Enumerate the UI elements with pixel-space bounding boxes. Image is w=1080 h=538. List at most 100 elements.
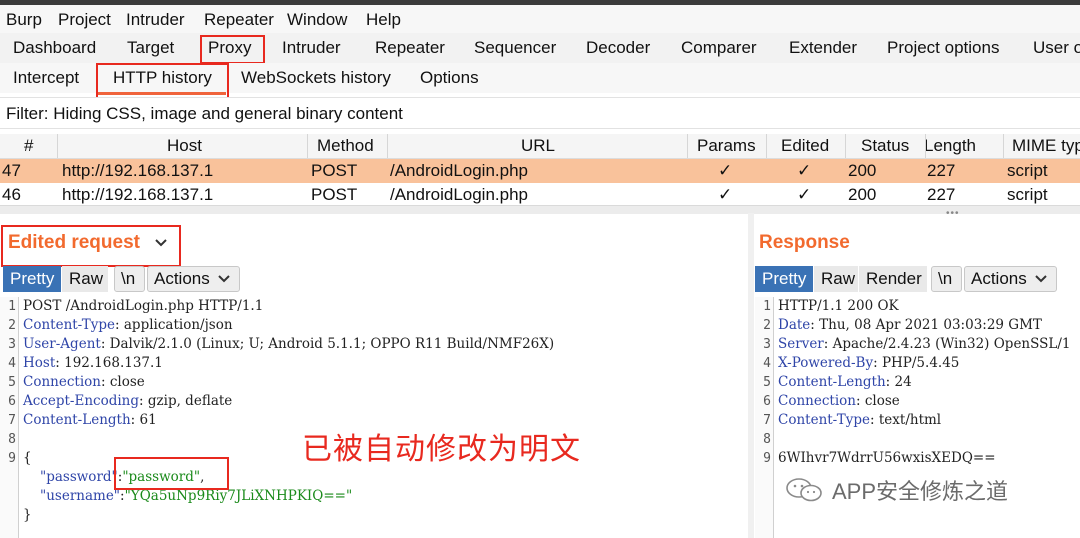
history-table-header: # Host Method URL Params Edited Status L… [0,134,1080,159]
response-actions-button[interactable]: Actions [964,266,1057,292]
header-line: Connection: close [778,393,900,409]
cell-url: /AndroidLogin.php [390,161,529,180]
col-params[interactable]: Params [697,136,756,156]
column-separator [687,134,688,158]
col-edited[interactable]: Edited [781,136,829,156]
column-separator [387,134,388,158]
cell-status: 200 [848,185,877,204]
line-number: 6 [763,394,771,409]
line-number: 4 [763,356,771,371]
col-url[interactable]: URL [521,136,555,156]
tab-repeater[interactable]: Repeater [375,38,445,58]
cell-number: 47 [2,161,21,180]
line-number: 6 [8,394,16,409]
filter-text[interactable]: Filter: Hiding CSS, image and general bi… [6,104,403,124]
col-status[interactable]: Status [861,136,909,156]
request-raw-button[interactable]: Raw [62,266,108,292]
line-number: 3 [763,337,771,352]
table-row[interactable]: 46 http://192.168.137.1 POST /AndroidLog… [0,183,1080,205]
header-line: Content-Type: text/html [778,412,942,428]
menu-help[interactable]: Help [366,10,401,30]
cell-number: 46 [2,185,21,204]
menu-window[interactable]: Window [287,10,347,30]
tab-comparer[interactable]: Comparer [681,38,757,58]
col-host[interactable]: Host [167,136,202,156]
line-number: 7 [8,413,16,428]
header-name: Content-Type [23,317,116,333]
response-pretty-button[interactable]: Pretty [755,266,813,292]
vertical-pane-divider[interactable] [748,213,754,538]
line-number: 7 [763,413,771,428]
col-method[interactable]: Method [317,136,374,156]
column-separator [307,134,308,158]
header-name: User-Agent [23,336,101,352]
request-editor[interactable]: 1 2 3 4 5 6 7 8 9 POST /AndroidLogin.php… [0,297,745,538]
header-value: gzip, deflate [143,393,233,409]
json-key: "username" [40,488,121,504]
header-name: Date [778,317,811,333]
header-line: Content-Length: 24 [778,374,912,390]
tab-user-options[interactable]: User o [1033,38,1080,58]
column-separator [845,134,846,158]
chevron-down-icon [1035,275,1048,283]
pane-splitter[interactable] [0,205,1080,214]
column-separator [1003,134,1004,158]
request-pretty-button[interactable]: Pretty [3,266,61,292]
cell-length: 227 [927,185,956,204]
col-length[interactable]: Length [924,136,976,156]
cell-length: 227 [927,161,956,180]
menu-intruder[interactable]: Intruder [126,10,185,30]
request-line: POST /AndroidLogin.php HTTP/1.1 [23,297,263,316]
response-render-button[interactable]: Render [859,266,927,292]
splitter-grip-icon[interactable]: ••• [946,208,960,219]
json-open-brace: { [23,450,32,466]
cell-edited-check: ✓ [797,185,812,204]
line-number: 8 [8,432,16,447]
column-separator [57,134,58,158]
header-value: Thu, 08 Apr 2021 03:03:29 GMT [814,317,1042,333]
actions-label: Actions [971,269,1027,288]
filter-bar[interactable]: Filter: Hiding CSS, image and general bi… [0,97,1080,129]
cell-host: http://192.168.137.1 [62,185,214,204]
tab-dashboard[interactable]: Dashboard [13,38,96,58]
cell-host: http://192.168.137.1 [62,161,214,180]
cell-status: 200 [848,161,877,180]
line-number: 2 [8,318,16,333]
line-number: 5 [8,375,16,390]
header-line: Content-Type: application/json [23,317,233,333]
menu-repeater[interactable]: Repeater [204,10,274,30]
response-body: 6WIhvr7WdrrU56wxisXEDQ== [778,450,996,466]
tab-sequencer[interactable]: Sequencer [474,38,556,58]
tab-extender[interactable]: Extender [789,38,857,58]
col-number[interactable]: # [24,136,33,156]
tab-decoder[interactable]: Decoder [586,38,650,58]
tab-project-options[interactable]: Project options [887,38,999,58]
header-value: PHP/5.4.45 [877,355,960,371]
header-name: Content-Length [23,412,131,428]
cell-params-check: ✓ [718,161,733,180]
header-line: Date: Thu, 08 Apr 2021 03:03:29 GMT [778,317,1042,333]
col-mime-type[interactable]: MIME typ [1012,136,1080,156]
line-number: 9 [763,451,771,466]
request-actions-button[interactable]: Actions [147,266,240,292]
subtab-websockets-history[interactable]: WebSockets history [241,68,391,88]
subtab-intercept[interactable]: Intercept [13,68,79,88]
menu-bar: Burp Project Intruder Repeater Window He… [0,5,1080,33]
menu-project[interactable]: Project [58,10,111,30]
header-value: Apache/2.4.23 (Win32) OpenSSL/1 [828,336,1071,352]
header-value: text/html [874,412,942,428]
header-line: User-Agent: Dalvik/2.1.0 (Linux; U; Andr… [23,336,555,352]
response-newline-toggle[interactable]: \n [931,266,962,292]
line-number: 4 [8,356,16,371]
line-number-gutter: 1 2 3 4 5 6 7 8 9 [0,297,19,538]
menu-burp[interactable]: Burp [6,10,42,30]
table-row[interactable]: 47 http://192.168.137.1 POST /AndroidLog… [0,159,1080,183]
annotation-text: 已被自动修改为明文 [302,432,581,467]
tab-intruder[interactable]: Intruder [282,38,341,58]
subtab-options[interactable]: Options [420,68,479,88]
response-raw-button[interactable]: Raw [814,266,858,292]
tab-target[interactable]: Target [127,38,174,58]
header-line: Accept-Encoding: gzip, deflate [23,393,233,409]
request-newline-toggle[interactable]: \n [114,266,145,292]
header-value: close [105,374,145,390]
